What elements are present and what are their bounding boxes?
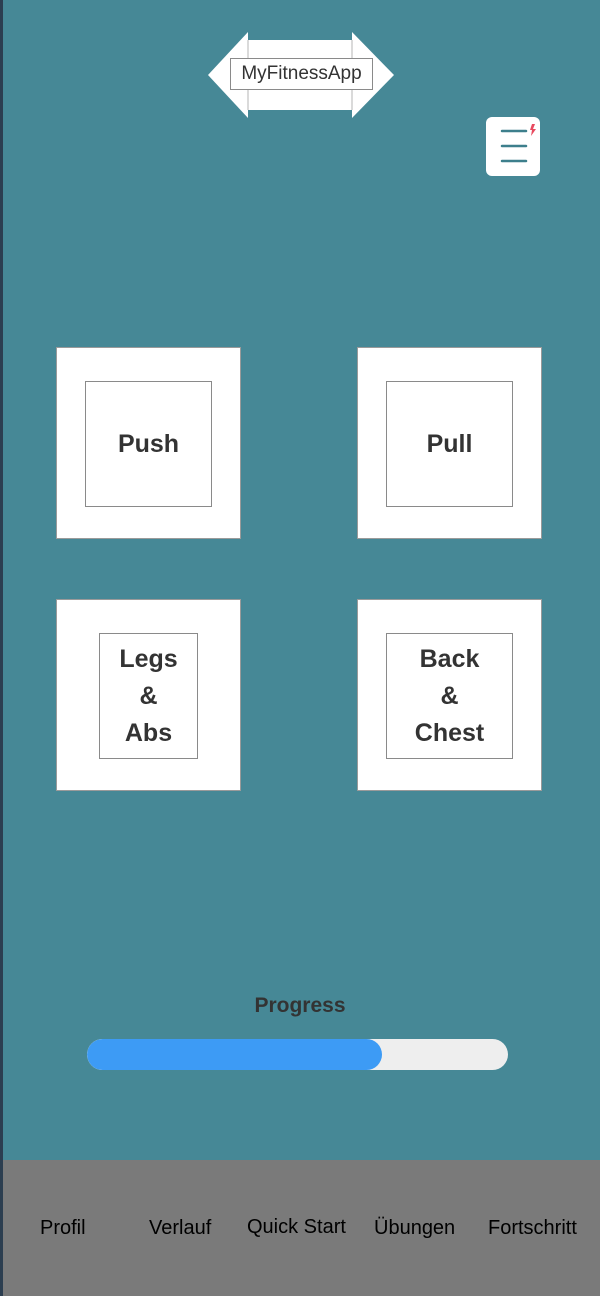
app-logo: MyFitnessApp — [206, 30, 396, 120]
progress-label: Progress — [254, 994, 346, 1017]
nav-item-quick-start[interactable]: Quick Start — [247, 1212, 346, 1242]
progress-bar-fill — [87, 1039, 382, 1070]
nav-item-profil[interactable]: Profil — [40, 1213, 86, 1243]
workout-tile-inner: Pull — [386, 381, 513, 507]
workout-tile-inner: Push — [85, 381, 212, 507]
workout-label: Push — [117, 429, 180, 458]
nav-item-verlauf[interactable]: Verlauf — [149, 1213, 211, 1243]
hamburger-menu-icon — [500, 124, 536, 163]
workout-tile-push[interactable]: Push — [56, 347, 241, 539]
workout-tile-legs-abs[interactable]: Legs & Abs — [56, 599, 241, 791]
nav-item-fortschritt[interactable]: Fortschritt — [488, 1213, 577, 1243]
workout-tile-back-chest[interactable]: Back & Chest — [357, 599, 542, 791]
progress-bar — [87, 1039, 508, 1070]
logo-text: MyFitnessApp — [230, 58, 373, 90]
nav-item-uebungen[interactable]: Übungen — [374, 1213, 455, 1243]
workout-label: Legs & Abs — [119, 644, 178, 747]
workout-tile-inner: Back & Chest — [386, 633, 513, 759]
workout-tile-pull[interactable]: Pull — [357, 347, 542, 539]
notification-badge-icon — [530, 124, 536, 136]
app-root: MyFitnessApp Push Pull Legs & Abs Back &… — [0, 0, 600, 1296]
menu-button[interactable] — [486, 117, 540, 176]
workout-label: Pull — [426, 429, 473, 458]
workout-tile-inner: Legs & Abs — [99, 633, 198, 759]
workout-label: Back & Chest — [414, 644, 485, 747]
